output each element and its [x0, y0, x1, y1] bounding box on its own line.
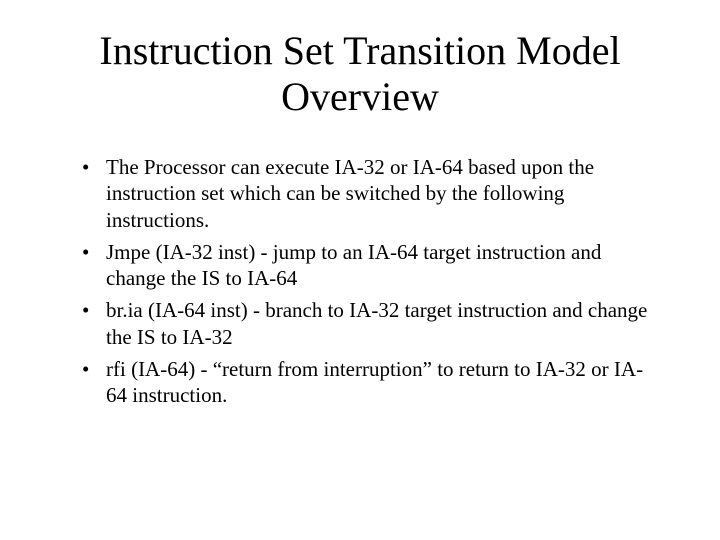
- bullet-list: The Processor can execute IA-32 or IA-64…: [60, 154, 660, 408]
- list-item: Jmpe (IA-32 inst) - jump to an IA-64 tar…: [88, 239, 660, 292]
- slide-container: Instruction Set Transition Model Overvie…: [0, 0, 720, 540]
- slide-title: Instruction Set Transition Model Overvie…: [60, 28, 660, 120]
- list-item: The Processor can execute IA-32 or IA-64…: [88, 154, 660, 233]
- list-item: br.ia (IA-64 inst) - branch to IA-32 tar…: [88, 297, 660, 350]
- list-item: rfi (IA-64) - “return from interruption”…: [88, 356, 660, 409]
